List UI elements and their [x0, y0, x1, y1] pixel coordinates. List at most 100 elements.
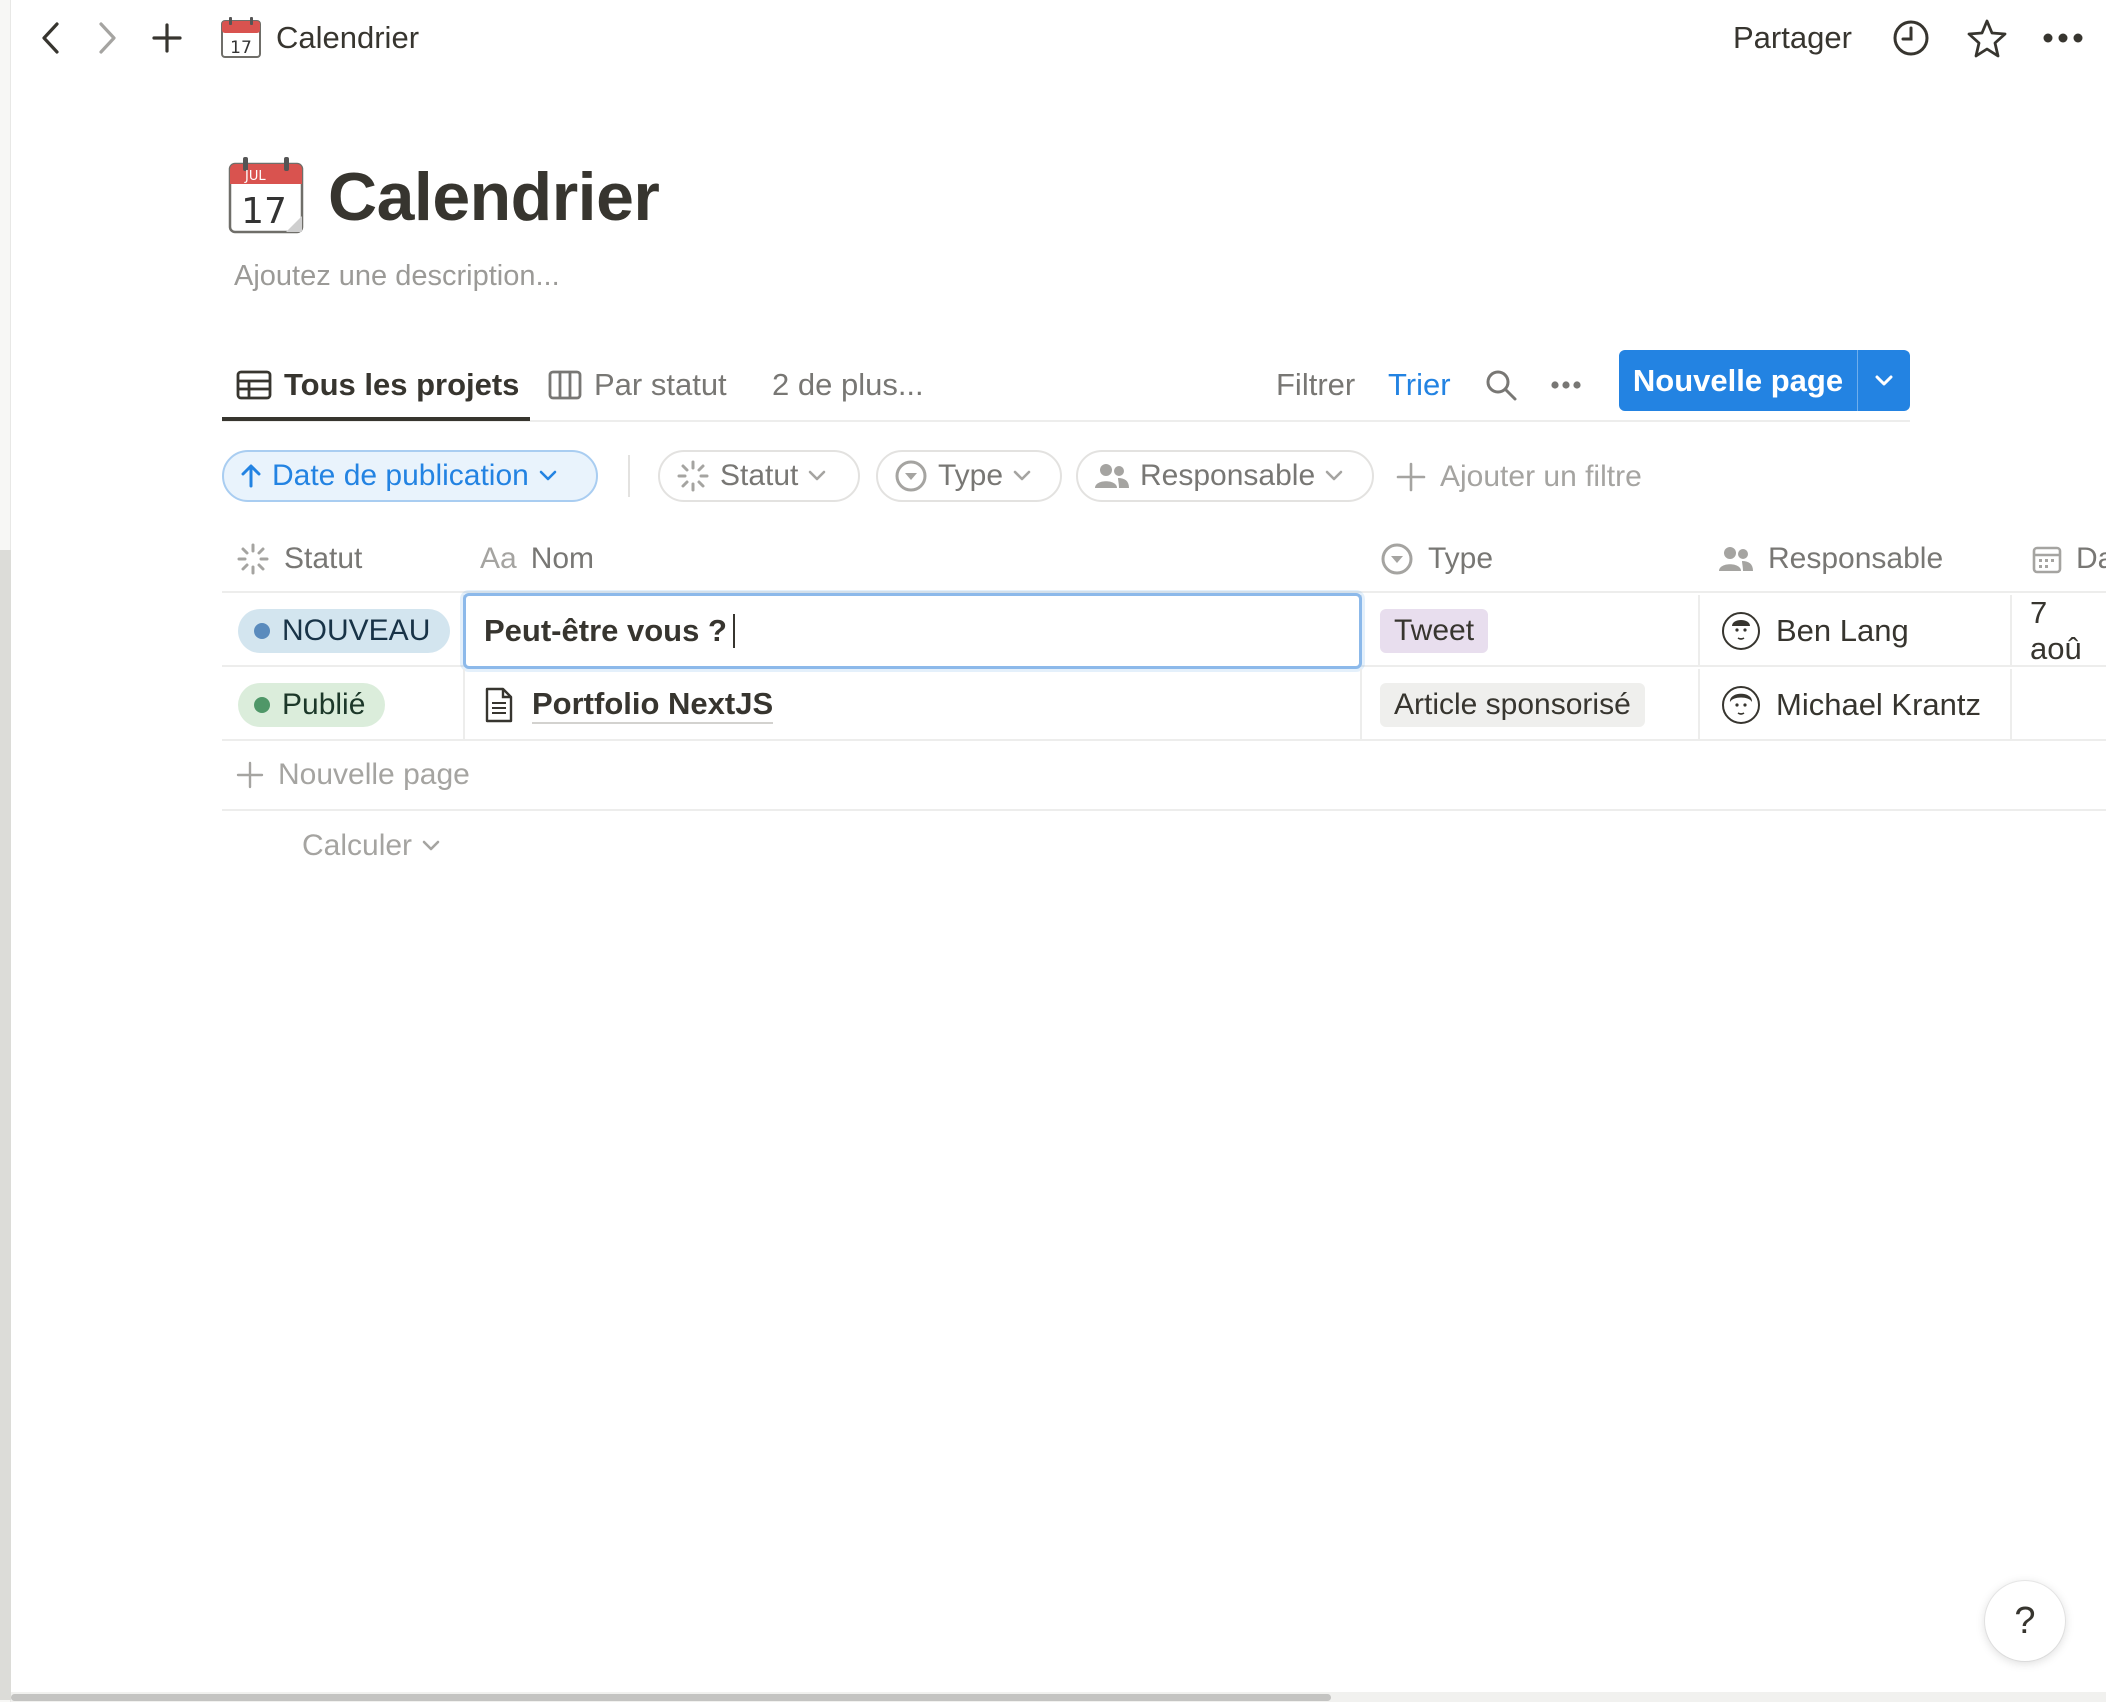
text-cursor — [732, 614, 735, 648]
add-row-button[interactable]: Nouvelle page — [222, 741, 2106, 811]
new-page-button[interactable]: Nouvelle page — [1619, 363, 1857, 399]
search-icon — [1486, 370, 1517, 401]
topbar: 17 Calendrier Partager — [11, 0, 2106, 78]
table-header: Statut Aa Nom Type Responsable Da — [222, 525, 2106, 593]
chip-label: Statut — [720, 459, 799, 492]
page-title[interactable]: Calendrier — [328, 158, 660, 236]
column-label: Statut — [284, 542, 363, 575]
sidebar-edge-shade — [0, 550, 11, 1700]
column-label: Responsable — [1768, 542, 1944, 575]
calculate-button[interactable]: Calculer — [302, 821, 440, 871]
name-edit-value: Peut-être vous ? — [484, 613, 727, 648]
forward-button[interactable] — [83, 14, 131, 62]
tab-label: Tous les projets — [284, 367, 520, 402]
page-calendar-icon[interactable]: JUL 17 — [226, 155, 308, 237]
cell-divider — [1698, 669, 1700, 741]
plus-icon — [152, 23, 182, 53]
svg-text:JUL: JUL — [244, 169, 266, 184]
page-link[interactable]: Portfolio NextJS — [532, 686, 774, 724]
chevron-down-icon — [539, 470, 557, 481]
name-edit-input[interactable]: Peut-être vous ? — [463, 593, 1362, 669]
column-header-type[interactable]: Type — [1380, 525, 1493, 593]
cell-divider — [1360, 669, 1362, 741]
type-tag: Article sponsorisé — [1380, 683, 1645, 727]
select-icon — [1381, 543, 1413, 575]
new-page-dropdown-button[interactable] — [1858, 374, 1910, 388]
more-icon — [2043, 33, 2083, 43]
name-cell[interactable]: Portfolio NextJS — [484, 669, 774, 741]
status-cell[interactable]: NOUVEAU — [238, 595, 451, 667]
column-header-date[interactable]: Da — [2032, 525, 2106, 593]
svg-text:17: 17 — [230, 38, 252, 58]
column-label: Type — [1428, 542, 1494, 575]
add-filter-label: Ajouter un filtre — [1440, 460, 1642, 493]
page-icon — [485, 687, 513, 723]
add-filter-button[interactable]: Ajouter un filtre — [1396, 452, 1642, 502]
select-icon — [895, 460, 927, 492]
page-description-placeholder[interactable]: Ajoutez une description... — [234, 260, 560, 293]
history-button[interactable] — [1887, 14, 1935, 62]
type-cell[interactable]: Article sponsorisé — [1380, 669, 1645, 741]
column-header-nom[interactable]: Aa Nom — [480, 525, 594, 593]
status-label: NOUVEAU — [282, 614, 431, 647]
chip-label: Responsable — [1140, 459, 1316, 492]
status-label: Publié — [282, 688, 366, 721]
people-icon — [1095, 464, 1129, 488]
svg-text:17: 17 — [241, 191, 287, 232]
more-views-label: 2 de plus... — [772, 367, 924, 402]
filter-chip-statut[interactable]: Statut — [658, 450, 860, 502]
tab-tous-les-projets[interactable]: Tous les projets — [236, 360, 519, 410]
owner-cell[interactable]: Michael Krantz — [1722, 669, 1981, 741]
more-button[interactable] — [2039, 14, 2087, 62]
history-icon — [1893, 20, 1929, 56]
table-icon — [236, 370, 272, 400]
date-icon — [2032, 546, 2062, 574]
status-icon — [237, 543, 269, 575]
column-label: Nom — [530, 542, 595, 575]
status-dot — [254, 623, 270, 639]
back-button[interactable] — [27, 14, 75, 62]
views-toolbar: Tous les projets Par statut 2 de plus...… — [222, 350, 1910, 422]
share-button[interactable]: Partager — [1733, 20, 1852, 56]
tab-par-statut[interactable]: Par statut — [548, 360, 727, 410]
date-cell[interactable]: 7 aoû — [2030, 595, 2106, 667]
owner-cell[interactable]: Ben Lang — [1722, 595, 1909, 667]
column-header-statut[interactable]: Statut — [236, 525, 362, 593]
star-icon — [1967, 19, 2007, 58]
add-row-label: Nouvelle page — [278, 758, 470, 791]
type-tag: Tweet — [1380, 609, 1489, 653]
type-cell[interactable]: Tweet — [1380, 595, 1489, 667]
column-label: Da — [2076, 542, 2106, 575]
chevron-down-icon — [809, 470, 826, 481]
calendar-icon: 17 — [219, 16, 263, 60]
status-badge: Publié — [238, 683, 386, 727]
column-header-responsable[interactable]: Responsable — [1718, 525, 1943, 593]
people-icon — [1719, 547, 1753, 571]
new-button[interactable] — [143, 14, 191, 62]
back-icon — [42, 22, 59, 54]
help-button[interactable]: ? — [1985, 1581, 2065, 1661]
filter-chip-type[interactable]: Type — [876, 450, 1062, 502]
sort-chip-label: Date de publication — [272, 459, 529, 492]
chevron-down-icon — [1875, 375, 1893, 385]
more-views-button[interactable]: 2 de plus... — [772, 360, 924, 410]
favorite-button[interactable] — [1963, 14, 2011, 62]
status-badge: NOUVEAU — [238, 609, 451, 653]
table-row[interactable]: Publié Portfolio NextJS Article sponsori… — [222, 669, 2106, 741]
avatar — [1722, 686, 1760, 724]
view-options-button[interactable] — [1550, 360, 1582, 410]
chevron-down-icon — [1013, 470, 1031, 481]
filter-chip-responsable[interactable]: Responsable — [1076, 450, 1374, 502]
filter-button[interactable]: Filtrer — [1276, 360, 1355, 410]
sort-button[interactable]: Trier — [1388, 360, 1451, 410]
table-row[interactable]: NOUVEAU Peut-être vous ? Tweet Ben Lang … — [222, 593, 2106, 669]
sort-chip[interactable]: Date de publication — [222, 450, 598, 502]
app-window: 17 Calendrier Partager JUL 17 Calendrier… — [0, 0, 2106, 1702]
scrollbar-thumb[interactable] — [11, 1694, 1331, 1701]
breadcrumb-title[interactable]: Calendrier — [276, 20, 419, 56]
status-cell[interactable]: Publié — [238, 669, 386, 741]
date-value: 7 aoû — [2030, 595, 2082, 666]
search-button[interactable] — [1484, 360, 1518, 410]
owner-name: Ben Lang — [1776, 613, 1909, 648]
chevron-down-icon — [1325, 470, 1343, 481]
